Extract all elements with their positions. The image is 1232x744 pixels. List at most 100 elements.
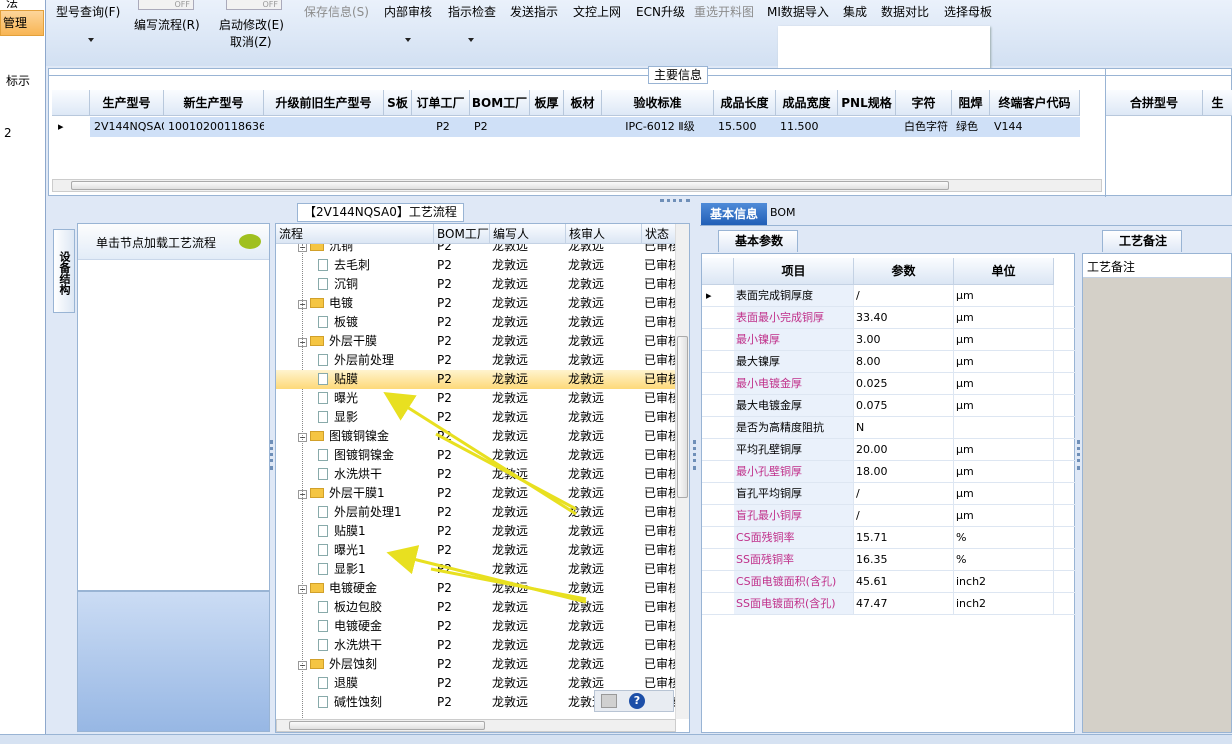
param-value[interactable]: 0.025 xyxy=(854,373,954,394)
left-nav-item[interactable]: 2 xyxy=(4,126,12,140)
mi-import-button[interactable]: MI数据导入 xyxy=(767,3,829,20)
chevron-down-icon[interactable] xyxy=(405,38,411,42)
ecn-upgrade-button[interactable]: ECN升级 xyxy=(636,3,685,20)
param-value[interactable]: 20.00 xyxy=(854,439,954,460)
splitter-handle[interactable] xyxy=(693,440,696,470)
param-value[interactable]: 45.61 xyxy=(854,571,954,592)
column-header[interactable]: 订单工厂 xyxy=(412,90,470,116)
param-value[interactable]: 0.075 xyxy=(854,395,954,416)
column-header[interactable]: S板 xyxy=(384,90,412,116)
doc-control-button[interactable]: 文控上网 xyxy=(573,3,621,20)
param-row[interactable]: SS面残铜率 16.35% xyxy=(702,549,1076,571)
table-cell[interactable]: IPC-6012 Ⅱ级 xyxy=(602,117,714,137)
column-header[interactable]: 生产型号 xyxy=(90,90,164,116)
param-unit: μm xyxy=(954,461,1054,482)
tab-equipment-structure[interactable]: 设备结构 xyxy=(53,229,75,313)
param-value[interactable]: / xyxy=(854,505,954,526)
column-header[interactable]: 成品长度 xyxy=(714,90,776,116)
integrate-button[interactable]: 集成 xyxy=(843,3,867,20)
indicator-check-button[interactable]: 指示检查 xyxy=(448,3,496,20)
column-header[interactable]: 参数 xyxy=(854,258,954,285)
left-nav-item-selected[interactable]: 管理 xyxy=(0,10,44,36)
column-header[interactable]: 项目 xyxy=(734,258,854,285)
param-value[interactable]: 33.40 xyxy=(854,307,954,328)
write-flow-button[interactable]: 编写流程(R) xyxy=(134,16,200,33)
param-value[interactable]: 8.00 xyxy=(854,351,954,372)
param-value[interactable]: N xyxy=(854,417,954,438)
table-cell[interactable] xyxy=(384,117,412,137)
chevron-down-icon[interactable] xyxy=(88,38,94,42)
column-header[interactable]: 合拼型号 xyxy=(1106,90,1203,116)
param-row[interactable]: 盲孔平均铜厚 / μm xyxy=(702,483,1076,505)
column-header[interactable]: 升级前旧生产型号 xyxy=(264,90,384,116)
param-row[interactable]: 最小电镀金厚 0.025 μm xyxy=(702,373,1076,395)
table-cell[interactable] xyxy=(264,117,384,137)
column-header[interactable]: 单位 xyxy=(954,258,1054,285)
internal-review-button[interactable]: 内部审核 xyxy=(384,3,432,20)
param-value[interactable]: 15.71 xyxy=(854,527,954,548)
tab-basic-params[interactable]: 基本参数 xyxy=(718,230,798,252)
tab-bom[interactable]: BOM xyxy=(770,206,796,219)
type-query-button[interactable]: 型号查询(F) xyxy=(56,3,120,20)
column-header[interactable]: 终端客户代码 xyxy=(990,90,1080,116)
table-cell[interactable]: P2 xyxy=(470,117,530,137)
horizontal-scrollbar[interactable] xyxy=(52,179,1102,192)
param-value[interactable]: 18.00 xyxy=(854,461,954,482)
select-mother-button[interactable]: 选择母板 xyxy=(944,3,992,20)
column-header[interactable]: PNL规格 xyxy=(838,90,896,116)
start-modify-button[interactable]: 启动修改(E) xyxy=(219,16,284,33)
table-cell[interactable]: 15.500 xyxy=(714,117,776,137)
table-cell[interactable]: 11.500 xyxy=(776,117,838,137)
column-header[interactable]: 验收标准 xyxy=(602,90,714,116)
cancel-button[interactable]: 取消(Z) xyxy=(230,33,272,50)
table-cell[interactable] xyxy=(564,117,602,137)
tab-basic-info[interactable]: 基本信息 xyxy=(701,203,767,225)
off-toggle[interactable]: OFF xyxy=(226,0,282,10)
table-cell[interactable]: V144 xyxy=(990,117,1080,137)
param-value[interactable]: 3.00 xyxy=(854,329,954,350)
data-compare-button[interactable]: 数据对比 xyxy=(881,3,929,20)
param-row[interactable]: 最大电镀金厚 0.075 μm xyxy=(702,395,1076,417)
param-value[interactable]: 16.35 xyxy=(854,549,954,570)
column-header[interactable]: 生 xyxy=(1203,90,1232,116)
param-row[interactable]: 是否为高精度阻抗 N xyxy=(702,417,1076,439)
splitter-handle[interactable] xyxy=(270,440,273,470)
table-cell[interactable]: 10010200118636 xyxy=(164,117,264,137)
left-nav-item[interactable]: 标示 xyxy=(6,72,30,89)
param-name: 表面最小完成铜厚 xyxy=(734,307,854,328)
param-row[interactable]: SS面电镀面积(含孔) 47.47 inch2 xyxy=(702,593,1076,615)
save-info-button[interactable]: 保存信息(S) xyxy=(304,3,369,20)
param-row[interactable]: 最大镍厚 8.00 μm xyxy=(702,351,1076,373)
param-row[interactable]: 平均孔壁铜厚 20.00 μm xyxy=(702,439,1076,461)
table-cell[interactable]: 2V144NQSA0 xyxy=(90,117,164,137)
chevron-down-icon[interactable] xyxy=(468,38,474,42)
column-header[interactable]: 新生产型号 xyxy=(164,90,264,116)
table-cell[interactable] xyxy=(530,117,564,137)
splitter-handle[interactable] xyxy=(660,199,690,202)
off-toggle[interactable]: OFF xyxy=(138,0,194,10)
column-header[interactable]: 板材 xyxy=(564,90,602,116)
table-cell[interactable]: 绿色 xyxy=(952,117,990,137)
column-header[interactable]: BOM工厂 xyxy=(470,90,530,116)
param-row[interactable]: 表面最小完成铜厚 33.40 μm xyxy=(702,307,1076,329)
table-cell[interactable]: 白色字符 xyxy=(896,117,952,137)
param-value[interactable]: / xyxy=(854,285,954,306)
table-cell[interactable]: P2 xyxy=(412,117,470,137)
column-header[interactable]: 板厚 xyxy=(530,90,564,116)
param-row[interactable]: 盲孔最小铜厚 / μm xyxy=(702,505,1076,527)
param-row[interactable]: CS面电镀面积(含孔) 45.61 inch2 xyxy=(702,571,1076,593)
column-header[interactable]: 成品宽度 xyxy=(776,90,838,116)
param-value[interactable]: / xyxy=(854,483,954,504)
param-row[interactable]: 最小镍厚 3.00 μm xyxy=(702,329,1076,351)
splitter-handle[interactable] xyxy=(1077,440,1080,470)
tab-process-remark[interactable]: 工艺备注 xyxy=(1102,230,1182,252)
param-value[interactable]: 47.47 xyxy=(854,593,954,614)
param-row[interactable]: ▸ 表面完成铜厚度 / μm xyxy=(702,285,1076,307)
column-header[interactable]: 阻焊 xyxy=(952,90,990,116)
param-row[interactable]: CS面残铜率 15.71% xyxy=(702,527,1076,549)
send-indicator-button[interactable]: 发送指示 xyxy=(510,3,558,20)
reselect-drawing-button[interactable]: 重选开料图 xyxy=(694,3,754,20)
table-cell[interactable] xyxy=(838,117,896,137)
column-header[interactable]: 字符 xyxy=(896,90,952,116)
param-row[interactable]: 最小孔壁铜厚 18.00 μm xyxy=(702,461,1076,483)
